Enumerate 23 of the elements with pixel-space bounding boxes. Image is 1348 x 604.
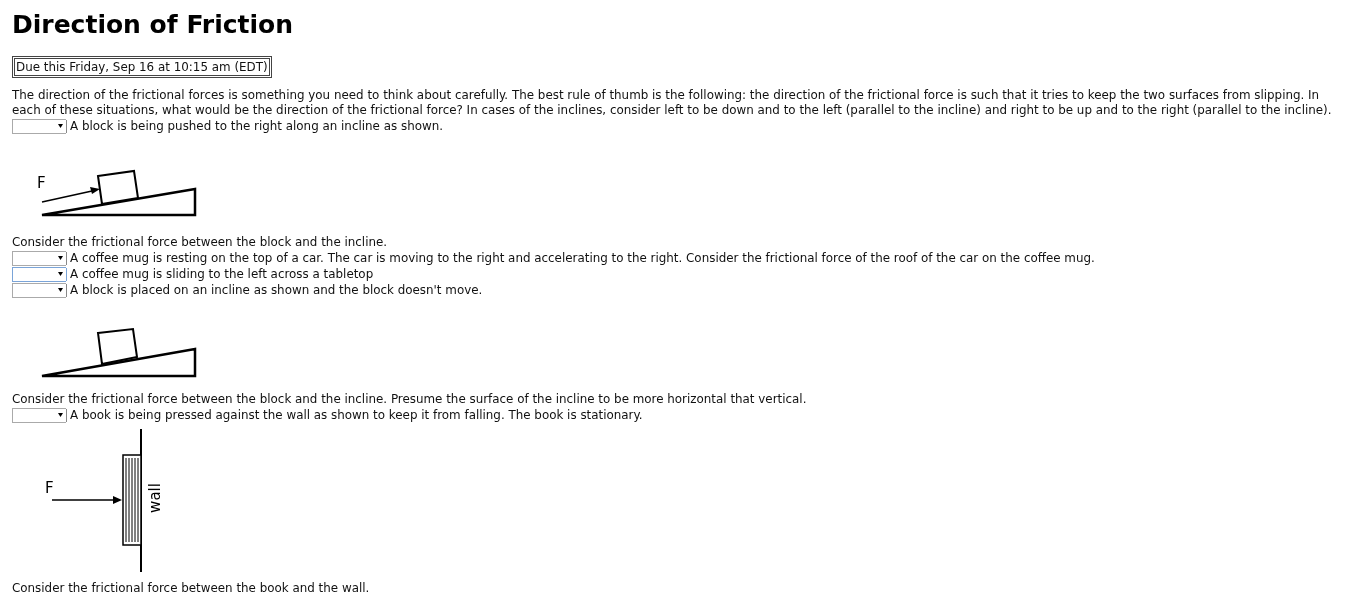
dropdown-arrow-icon	[58, 272, 63, 276]
question-text: A block is being pushed to the right along an incline as shown.	[70, 118, 443, 134]
question-note: Consider the frictional force between the block and the incline.	[12, 235, 389, 250]
due-date: Due this Friday, Sep 16 at 10:15 am (EDT)	[12, 56, 272, 78]
answer-dropdown[interactable]	[12, 282, 66, 298]
answer-dropdown[interactable]	[12, 266, 66, 282]
question-note: Consider the frictional force between the block and the incline. Presume the surface of the incline to be more horizontal that vertical.	[12, 392, 808, 407]
question-text: A coffee mug is sliding to the left across a tabletop	[70, 266, 374, 282]
dropdown-arrow-icon	[58, 124, 63, 128]
answer-dropdown[interactable]	[12, 407, 66, 423]
page-title: Direction of Friction	[12, 9, 295, 41]
question-text: A book is being pressed against the wall as shown to keep it from falling. The book is stationary.	[70, 407, 643, 423]
answer-dropdown[interactable]	[12, 118, 66, 134]
answer-dropdown[interactable]	[12, 250, 66, 266]
dropdown-arrow-icon	[58, 288, 63, 292]
incline-drawing: F	[12, 138, 212, 235]
question-text: A coffee mug is resting on the top of a car. The car is moving to the right and accelerating to the right. Consider the frictional force of the roof of the car on the coffee mug.	[70, 250, 1095, 266]
book-wall-drawing: F wall	[12, 425, 212, 581]
dropdown-arrow-icon	[58, 256, 63, 260]
question-text: A block is placed on an incline as shown and the block doesn't move.	[70, 282, 483, 298]
question-note: Consider the frictional force between the book and the wall.	[12, 581, 371, 596]
dropdown-arrow-icon	[58, 413, 63, 417]
instructions-text: The direction of the frictional forces is something you need to think about carefully. The best rule of thumb is the following: the direction of the frictional force is such that it tries to keep the two surfaces from slipping. In each of these situations, what would be the direction of the frictional force? In cases of the inclines, consider left to be down and to the left (parallel to the incline) and right to be up and to the right (parallel to the incline).	[12, 88, 1333, 118]
